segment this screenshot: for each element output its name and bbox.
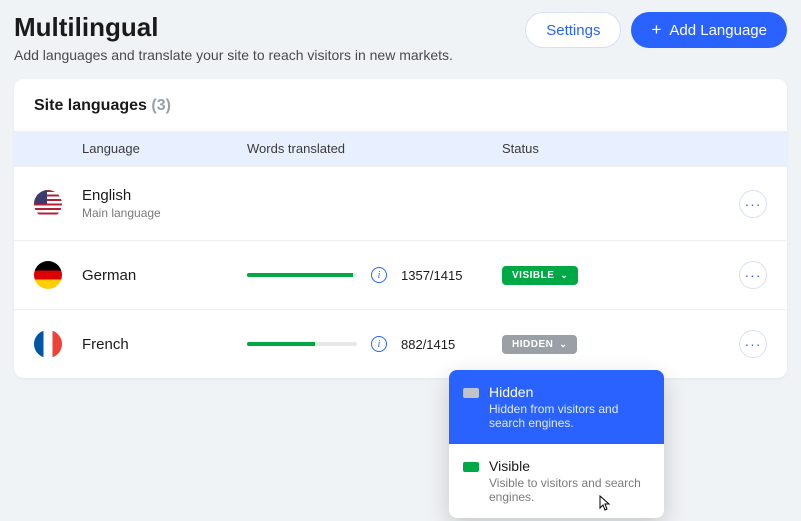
status-label: VISIBLE bbox=[512, 270, 554, 281]
dropdown-option-desc: Hidden from visitors and search engines. bbox=[489, 402, 650, 430]
dropdown-option-desc: Visible to visitors and search engines. bbox=[489, 476, 650, 504]
more-actions-button[interactable]: ··· bbox=[739, 330, 767, 358]
progress-bar bbox=[247, 342, 357, 346]
progress-bar bbox=[247, 273, 357, 277]
add-language-button[interactable]: + Add Language bbox=[631, 12, 787, 48]
status-swatch-icon bbox=[463, 388, 479, 398]
card-count: (3) bbox=[151, 97, 171, 114]
settings-button[interactable]: Settings bbox=[525, 12, 621, 48]
status-dropdown[interactable]: VISIBLE ⌄ bbox=[502, 266, 578, 285]
table-row: German i 1357/1415 VISIBLE ⌄ ··· bbox=[14, 240, 787, 309]
words-translated-value: 882/1415 bbox=[401, 337, 455, 352]
col-language: Language bbox=[82, 141, 247, 156]
table-row: French i 882/1415 HIDDEN ⌄ ··· bbox=[14, 309, 787, 378]
more-actions-button[interactable]: ··· bbox=[739, 261, 767, 289]
card-title: Site languages bbox=[34, 97, 147, 114]
col-status: Status bbox=[502, 141, 727, 156]
dropdown-option-visible[interactable]: Visible Visible to visitors and search e… bbox=[449, 444, 664, 518]
col-words-translated: Words translated bbox=[247, 141, 502, 156]
info-icon[interactable]: i bbox=[371, 336, 387, 352]
page-subtitle: Add languages and translate your site to… bbox=[14, 47, 453, 63]
dropdown-option-hidden[interactable]: Hidden Hidden from visitors and search e… bbox=[449, 370, 664, 444]
status-label: HIDDEN bbox=[512, 339, 553, 350]
page-title: Multilingual bbox=[14, 12, 453, 43]
table-header: Language Words translated Status bbox=[14, 131, 787, 166]
dropdown-option-title: Hidden bbox=[489, 384, 650, 400]
status-swatch-icon bbox=[463, 462, 479, 472]
plus-icon: + bbox=[651, 20, 661, 40]
add-language-label: Add Language bbox=[669, 22, 767, 39]
info-icon[interactable]: i bbox=[371, 267, 387, 283]
flag-icon bbox=[34, 330, 62, 358]
words-translated-value: 1357/1415 bbox=[401, 268, 462, 283]
flag-icon bbox=[34, 261, 62, 289]
chevron-down-icon: ⌄ bbox=[559, 339, 567, 350]
language-subtitle: Main language bbox=[82, 206, 247, 220]
status-dropdown-menu: Hidden Hidden from visitors and search e… bbox=[449, 370, 664, 518]
language-name: French bbox=[82, 336, 247, 353]
language-name: English bbox=[82, 187, 247, 204]
site-languages-card: Site languages (3) Language Words transl… bbox=[14, 79, 787, 378]
status-dropdown[interactable]: HIDDEN ⌄ bbox=[502, 335, 577, 354]
table-row: English Main language ··· bbox=[14, 166, 787, 240]
language-name: German bbox=[82, 267, 247, 284]
more-actions-button[interactable]: ··· bbox=[739, 190, 767, 218]
dropdown-option-title: Visible bbox=[489, 458, 650, 474]
chevron-down-icon: ⌄ bbox=[560, 270, 568, 281]
flag-icon bbox=[34, 190, 62, 218]
